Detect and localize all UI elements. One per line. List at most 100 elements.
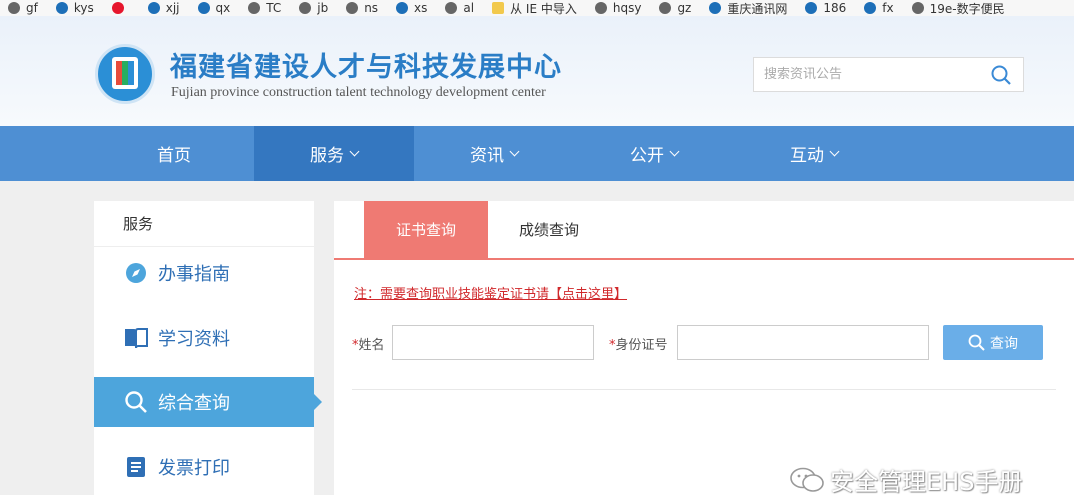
bookmark-label: xjj	[165, 1, 180, 15]
nav-item-interact[interactable]: 互动	[734, 126, 894, 181]
nav-item-public[interactable]: 公开	[574, 126, 734, 181]
bookmark-label: al	[463, 1, 475, 15]
id-number-field-label: *身份证号	[609, 334, 668, 353]
bookmark-label: 重庆通讯网	[727, 1, 788, 16]
main-panel: 证书查询 成绩查询 注：需要查询职业技能鉴定证书请【点击这里】 *姓名 *身份证…	[334, 201, 1074, 495]
query-button-label: 查询	[990, 335, 1018, 352]
name-field-label: *姓名	[352, 334, 385, 353]
weibo-icon	[111, 2, 124, 14]
bookmark-label: xs	[414, 1, 428, 15]
bookmark-label: qx	[215, 1, 231, 15]
bookmark-item[interactable]: fx	[864, 0, 894, 16]
bookmark-item[interactable]: xjj	[147, 0, 180, 16]
sidebar-item-query[interactable]: 综合查询	[94, 377, 322, 427]
bookmark-item[interactable]: hqsy	[594, 0, 642, 16]
bookmark-label: fx	[882, 1, 894, 15]
sidebar-item-invoice[interactable]: 发票打印	[94, 442, 314, 492]
query-button[interactable]: 查询	[943, 325, 1043, 360]
globe-icon	[594, 2, 607, 14]
nav-item-services[interactable]: 服务	[254, 126, 414, 181]
sidebar: 服务 办事指南 学习资料 综合查询 发票打印	[94, 201, 322, 495]
site-title: 福建省建设人才与科技发展中心	[170, 52, 562, 83]
nav-label: 服务	[310, 146, 344, 166]
bookmark-item[interactable]: kys	[55, 0, 94, 16]
watermark: 安全管理EHS手册	[790, 462, 1022, 495]
nav-label: 首页	[157, 146, 191, 166]
bookmark-label: 186	[823, 1, 847, 15]
watermark-text: 安全管理EHS手册	[830, 468, 1023, 495]
chevron-down-icon	[669, 146, 680, 157]
tab-score-query[interactable]: 成绩查询	[494, 201, 604, 258]
bookmark-item[interactable]: 19e-数字便民	[911, 0, 1005, 16]
globe-icon	[8, 2, 20, 14]
bookmark-item[interactable]: gf	[8, 0, 38, 16]
divider	[352, 389, 1056, 390]
id-number-field[interactable]	[677, 325, 929, 360]
query-tabs: 证书查询 成绩查询	[334, 201, 1074, 260]
search-icon	[124, 390, 148, 414]
search-box	[753, 57, 1024, 92]
nav-label: 公开	[630, 146, 664, 166]
bookmark-item[interactable]: 186	[805, 0, 846, 16]
bookmark-label: gz	[677, 1, 692, 15]
wechat-icon	[790, 467, 824, 492]
bookmark-item[interactable]: jb	[299, 0, 328, 16]
sidebar-item-label: 办事指南	[158, 264, 230, 285]
bookmark-icon	[147, 2, 160, 14]
bookmark-icon	[864, 2, 877, 14]
bookmark-icon	[805, 2, 818, 14]
nav-label: 资讯	[470, 146, 504, 166]
search-input[interactable]	[754, 58, 979, 91]
globe-icon	[299, 2, 312, 14]
sidebar-item-materials[interactable]: 学习资料	[94, 313, 314, 363]
sidebar-heading: 服务	[94, 201, 314, 247]
bookmark-icon	[396, 2, 409, 14]
bookmark-item[interactable]: 重庆通讯网	[709, 0, 787, 16]
folder-icon	[492, 2, 505, 14]
bookmark-item[interactable]: 从 IE 中导入	[492, 0, 577, 16]
bookmark-icon	[709, 2, 722, 14]
site-subtitle: Fujian province construction talent tech…	[171, 85, 546, 100]
globe-icon	[248, 2, 261, 14]
logo-emblem	[116, 61, 134, 85]
bookmark-item[interactable]: qx	[197, 0, 231, 16]
nav-label: 互动	[790, 146, 824, 166]
bookmark-icon	[197, 2, 210, 14]
site-header: 福建省建设人才与科技发展中心 Fujian province construct…	[0, 16, 1074, 126]
bookmark-item[interactable]: gz	[659, 0, 691, 16]
search-icon	[968, 334, 985, 351]
site-logo[interactable]	[95, 44, 155, 104]
sidebar-item-label: 学习资料	[158, 329, 230, 350]
bookmark-label: hqsy	[612, 1, 642, 15]
globe-icon	[911, 2, 924, 14]
bookmark-item[interactable]: al	[445, 0, 474, 16]
skill-certificate-link[interactable]: 注：需要查询职业技能鉴定证书请【点击这里】	[354, 283, 627, 302]
bookmark-label: gf	[26, 1, 38, 15]
bookmark-item[interactable]: ns	[346, 0, 378, 16]
name-field[interactable]	[392, 325, 594, 360]
bookmark-label: 19e-数字便民	[929, 1, 1005, 16]
sidebar-item-guide[interactable]: 办事指南	[94, 248, 314, 298]
nav-item-news[interactable]: 资讯	[414, 126, 574, 181]
sidebar-item-label: 发票打印	[158, 458, 230, 479]
tab-certificate-query[interactable]: 证书查询	[364, 201, 488, 258]
nav-item-home[interactable]: 首页	[94, 126, 254, 181]
book-icon	[124, 326, 148, 350]
bookmark-label: kys	[73, 1, 94, 15]
document-icon	[124, 455, 148, 479]
search-icon[interactable]	[991, 65, 1011, 85]
bookmark-label: TC	[266, 1, 282, 15]
bookmark-item[interactable]: xs	[396, 0, 427, 16]
bookmark-item[interactable]: TC	[248, 0, 281, 16]
chevron-down-icon	[509, 146, 520, 157]
name-label-text: 姓名	[358, 338, 385, 353]
sidebar-item-label: 综合查询	[158, 393, 230, 414]
chevron-down-icon	[349, 146, 360, 157]
compass-icon	[124, 261, 148, 285]
bookmark-item[interactable]	[111, 0, 130, 16]
id-number-label-text: 身份证号	[615, 338, 668, 353]
globe-icon	[445, 2, 458, 14]
main-nav: 首页 服务 资讯 公开 互动	[0, 126, 1074, 181]
globe-icon	[659, 2, 672, 14]
globe-icon	[346, 2, 359, 14]
